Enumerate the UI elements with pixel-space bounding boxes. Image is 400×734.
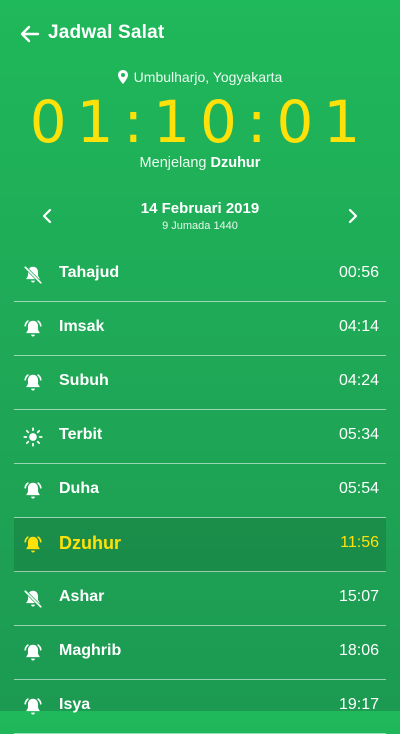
prayer-name: Terbit — [59, 426, 103, 443]
prayer-time: 04:14 — [338, 318, 379, 335]
prayer-row-terbit[interactable]: Terbit 05:34 — [14, 410, 386, 464]
prayer-name: Subuh — [59, 372, 109, 389]
prayer-time: 05:54 — [338, 480, 379, 497]
bell-ring-icon[interactable] — [22, 696, 44, 718]
prayer-name: Maghrib — [59, 642, 122, 659]
location-label: Umbulharjo, Yogyakarta — [133, 69, 283, 85]
bell-ring-icon[interactable] — [22, 480, 44, 502]
sun-icon — [22, 426, 44, 448]
prayer-time: 15:07 — [338, 588, 379, 605]
countdown-timer: 01:10:01 — [29, 88, 371, 156]
date-navigator: 14 Februari 2019 9 Jumada 1440 — [0, 198, 400, 238]
prayer-row-ashar[interactable]: Ashar 15:07 — [14, 572, 386, 626]
prayer-time: 04:24 — [338, 372, 379, 389]
prayer-time: 11:56 — [340, 534, 379, 551]
location-pin-icon — [117, 70, 128, 84]
next-prayer-prefix: Menjelang — [139, 155, 207, 171]
gregorian-date: 14 Februari 2019 — [140, 200, 260, 217]
back-arrow-icon[interactable] — [18, 22, 42, 46]
prayer-row-maghrib[interactable]: Maghrib 18:06 — [14, 626, 386, 680]
prayer-time: 05:34 — [338, 426, 379, 443]
prayer-name: Dzuhur — [59, 533, 121, 553]
prayer-name: Ashar — [59, 588, 105, 605]
prayer-time: 00:56 — [338, 264, 379, 281]
location-display: Umbulharjo, Yogyakarta — [0, 69, 400, 85]
prayer-name: Isya — [59, 696, 91, 713]
prayer-row-tahajud[interactable]: Tahajud 00:56 — [14, 248, 386, 302]
prayer-row-subuh[interactable]: Subuh 04:24 — [14, 356, 386, 410]
bell-ring-icon[interactable] — [22, 372, 44, 394]
prayer-time: 18:06 — [338, 642, 379, 659]
page-title: Jadwal Salat — [48, 22, 165, 43]
prayer-times-list: Tahajud 00:56 Imsak 04:14 Subuh 04:24 Terbit 05… — [14, 248, 386, 734]
prayer-name: Imsak — [59, 318, 105, 335]
prayer-name: Duha — [59, 480, 99, 497]
prayer-name: Tahajud — [59, 264, 120, 281]
bell-ring-icon[interactable] — [22, 318, 44, 340]
prayer-row-dzuhur[interactable]: Dzuhur 11:56 — [14, 518, 386, 572]
hijri-date: 9 Jumada 1440 — [162, 220, 238, 232]
bell-ring-icon[interactable] — [22, 642, 44, 664]
bell-off-icon[interactable] — [22, 588, 44, 610]
prayer-row-duha[interactable]: Duha 05:54 — [14, 464, 386, 518]
next-prayer-label: Menjelang Dzuhur — [0, 155, 400, 171]
prayer-time: 19:17 — [338, 696, 379, 713]
prayer-row-isya[interactable]: Isya 19:17 — [14, 680, 386, 734]
bell-off-icon[interactable] — [22, 264, 44, 286]
prayer-row-imsak[interactable]: Imsak 04:14 — [14, 302, 386, 356]
bell-ring-icon[interactable] — [22, 534, 44, 556]
next-day-chevron-icon[interactable] — [342, 206, 362, 226]
next-prayer-name: Dzuhur — [210, 155, 261, 171]
app-bar: Jadwal Salat — [0, 0, 400, 70]
